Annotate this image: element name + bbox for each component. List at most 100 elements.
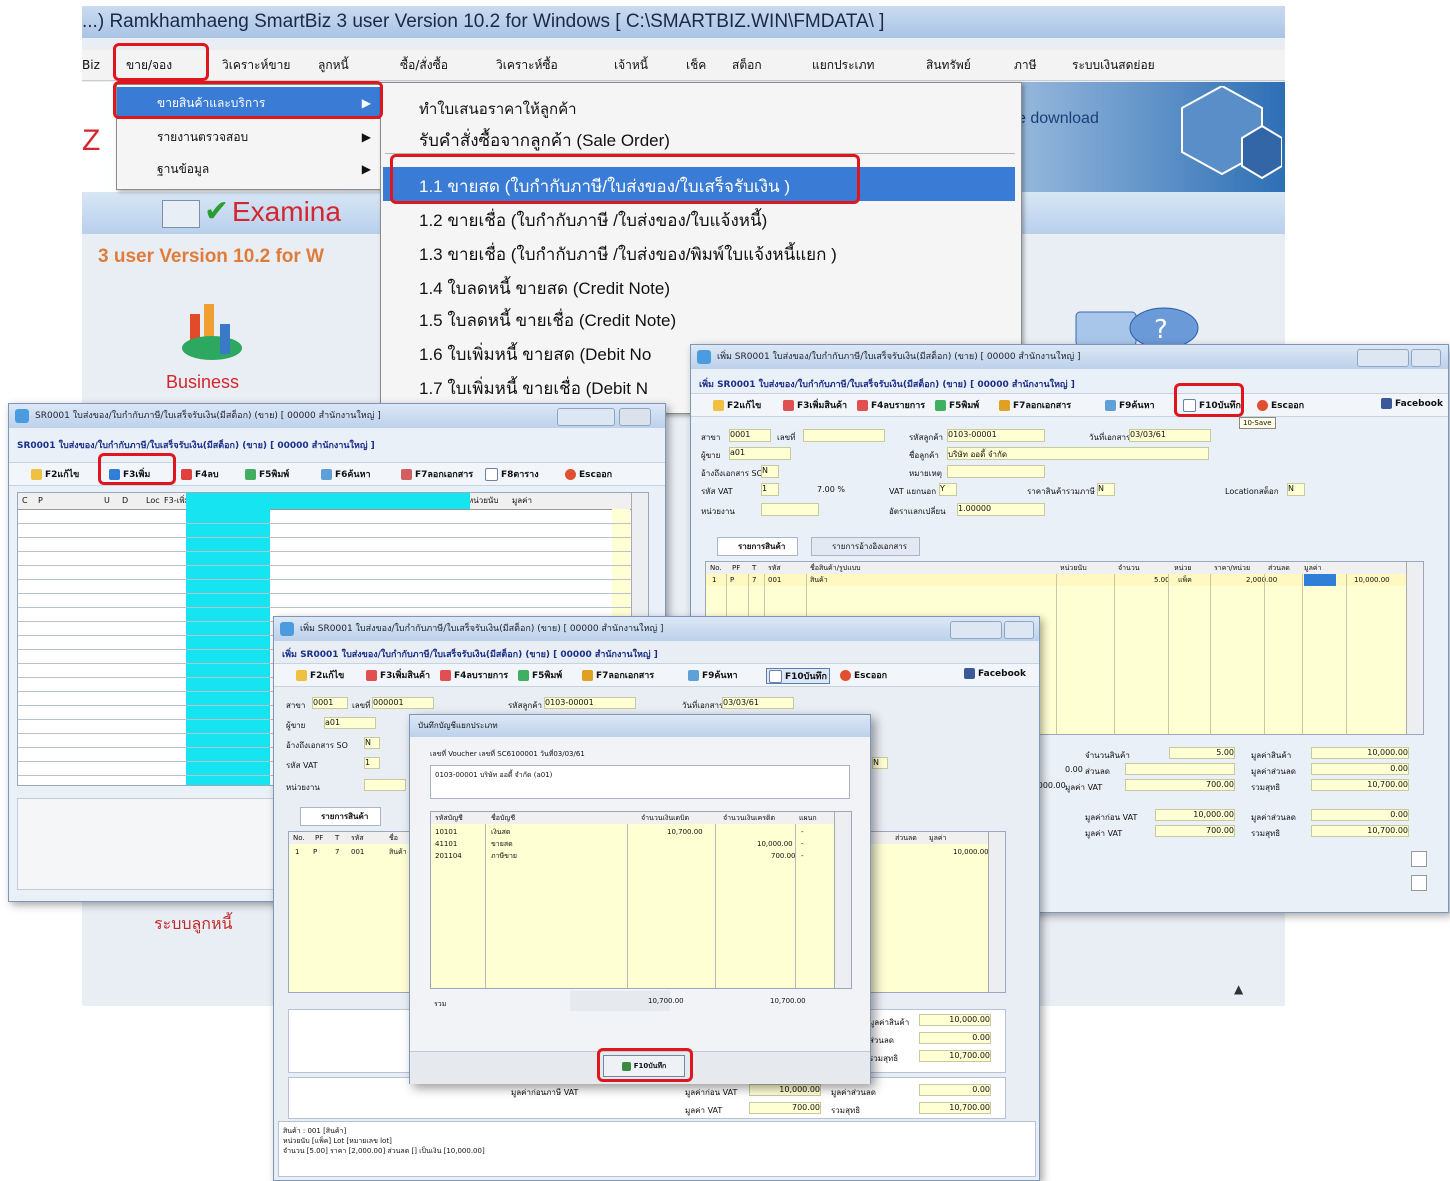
customer-field[interactable]: 0103-00001 <box>947 429 1045 442</box>
table-row[interactable]: 10101 เงินสด 10,700.00 - <box>431 826 835 838</box>
dropdown-item-sales-services[interactable]: ขายสินค้าและบริการ ▶ <box>117 87 381 119</box>
window-controls[interactable] <box>950 621 1002 639</box>
exchange-rate-field[interactable]: 1.00000 <box>957 503 1045 516</box>
project-field[interactable] <box>364 779 406 791</box>
menu-stock[interactable]: สต็อก <box>732 50 762 80</box>
print-button[interactable]: F5พิมพ์ <box>518 668 562 682</box>
submenu-cash-sale[interactable]: 1.1 ขายสด (ใบกำกับภาษี/ใบส่งของ/ใบเสร็จร… <box>419 173 790 200</box>
menu-biz[interactable]: Biz <box>82 50 100 80</box>
date-field[interactable]: 03/03/61 <box>722 697 794 709</box>
menu-ledger[interactable]: แยกประเภท <box>812 50 874 80</box>
window-controls[interactable] <box>557 408 615 426</box>
list-item[interactable] <box>18 537 648 552</box>
delete-item-button[interactable]: F4ลบรายการ <box>440 668 508 682</box>
exit-button[interactable]: Escออก <box>1257 398 1304 412</box>
menu-petty-cash[interactable]: ระบบเงินสดย่อย <box>1072 50 1155 80</box>
menu-cheque[interactable]: เช็ค <box>686 50 706 80</box>
search-button[interactable]: F6ค้นหา <box>321 467 371 481</box>
print-button[interactable]: F5พิมพ์ <box>935 398 979 412</box>
table-row[interactable]: 41101 ขายสด 10,000.00 - <box>431 838 835 850</box>
print-button[interactable]: F5พิมพ์ <box>245 467 289 481</box>
menu-sales-analysis[interactable]: วิเคราะห์ขาย <box>222 50 290 80</box>
submenu-credit-note-credit[interactable]: 1.5 ใบลดหนี้ ขายเชื่อ (Credit Note) <box>419 307 676 334</box>
vat-code-field[interactable]: 1 <box>761 483 779 496</box>
menu-purchase[interactable]: ซื้อ/สั่งซื้อ <box>400 50 448 80</box>
receivables-label[interactable]: ระบบลูกหนี้ <box>154 912 232 937</box>
menu-tax[interactable]: ภาษี <box>1014 50 1037 80</box>
business-label[interactable]: Business <box>166 372 239 393</box>
delete-button[interactable]: F4ลบ <box>181 467 219 481</box>
list-item[interactable] <box>18 579 648 594</box>
add-item-button[interactable]: F3เพิ่มสินค้า <box>366 668 430 682</box>
copy-doc-button[interactable]: F7ลอกเอกสาร <box>582 668 654 682</box>
close-icon[interactable] <box>619 408 651 426</box>
facebook-button[interactable]: Facebook <box>1381 398 1443 409</box>
menu-purchase-analysis[interactable]: วิเคราะห์ซื้อ <box>496 50 558 80</box>
list-item[interactable] <box>18 593 648 608</box>
business-chart-icon[interactable] <box>180 296 250 366</box>
edit-button[interactable]: F2แก้ไข <box>296 668 344 682</box>
price-type-field[interactable]: N <box>1097 483 1115 496</box>
edit-button[interactable]: F2แก้ไข <box>713 398 761 412</box>
save-button[interactable]: F10บันทึก <box>1183 398 1241 412</box>
copy-doc-button[interactable]: F7ลอกเอกสาร <box>999 398 1071 412</box>
tab-ref-docs[interactable]: รายการอ้างอิงเอกสาร <box>811 537 921 556</box>
add-button[interactable]: F3เพิ่ม <box>109 467 150 481</box>
menu-receivables[interactable]: ลูกหนี้ <box>318 50 349 80</box>
tab-items[interactable]: รายการสินค้า <box>717 537 799 556</box>
scroll-box[interactable] <box>1411 875 1427 891</box>
vat-type-field[interactable]: Y <box>939 483 957 496</box>
list-item[interactable] <box>18 509 648 524</box>
vat-type-field[interactable]: N <box>872 757 888 769</box>
scroll-box[interactable] <box>1411 851 1427 867</box>
dropdown-item-database[interactable]: ฐานข้อมูล ▶ <box>117 153 381 185</box>
search-button[interactable]: F9ค้นหา <box>1105 398 1155 412</box>
submenu-debit-note-cash[interactable]: 1.6 ใบเพิ่มหนี้ ขายสด (Debit No <box>419 341 651 368</box>
vertical-scrollbar[interactable] <box>988 832 1005 992</box>
menu-payables[interactable]: เจ้าหนี้ <box>614 50 648 80</box>
exit-button[interactable]: Escออก <box>840 668 887 682</box>
dropdown-item-reports[interactable]: รายงานตรวจสอบ ▶ <box>117 121 381 153</box>
tab-items[interactable]: รายการสินค้า <box>300 807 382 826</box>
so-ref-field[interactable]: N <box>364 737 380 749</box>
list-item[interactable] <box>18 551 648 566</box>
window-controls[interactable] <box>1357 349 1409 367</box>
note-field[interactable] <box>947 465 1045 478</box>
submenu-debit-note-credit[interactable]: 1.7 ใบเพิ่มหนี้ ขายเชื่อ (Debit N <box>419 375 648 402</box>
salesman-field[interactable]: a01 <box>729 447 791 460</box>
date-field[interactable]: 03/03/61 <box>1129 429 1211 442</box>
list-item[interactable] <box>18 565 648 580</box>
description-box[interactable]: 0103-00001 บริษัท ออดี้ จำกัด (a01) <box>430 765 850 799</box>
edit-button[interactable]: F2แก้ไข <box>31 467 79 481</box>
search-button[interactable]: F9ค้นหา <box>688 668 738 682</box>
add-item-button[interactable]: F3เพิ่มสินค้า <box>783 398 847 412</box>
vat-code-field[interactable]: 1 <box>364 757 380 769</box>
menu-sales[interactable]: ขาย/จอง <box>126 50 172 80</box>
vertical-scrollbar[interactable] <box>1406 562 1423 734</box>
submenu-quotation[interactable]: ทำใบเสนอราคาให้ลูกค้า <box>419 97 577 121</box>
list-item[interactable] <box>18 523 648 538</box>
project-field[interactable] <box>761 503 819 516</box>
selected-cell[interactable] <box>1304 574 1336 586</box>
table-button[interactable]: F8ตาราง <box>485 467 539 481</box>
facebook-button[interactable]: Facebook <box>964 668 1026 679</box>
docno-field[interactable]: 000001 <box>372 697 434 709</box>
customer-name-field[interactable]: บริษัท ออดี้ จำกัด <box>947 447 1209 460</box>
save-button[interactable]: F10บันทึก <box>766 668 830 684</box>
exit-button[interactable]: Escออก <box>565 467 612 481</box>
docno-field[interactable] <box>803 429 885 442</box>
customer-field[interactable]: 0103-00001 <box>544 697 636 709</box>
so-ref-field[interactable]: N <box>761 465 779 478</box>
branch-field[interactable]: 0001 <box>312 697 348 709</box>
close-icon[interactable] <box>1004 621 1034 639</box>
submenu-credit-note-cash[interactable]: 1.4 ใบลดหนี้ ขายสด (Credit Note) <box>419 275 670 302</box>
vertical-scrollbar[interactable] <box>834 812 851 988</box>
close-icon[interactable] <box>1411 349 1441 367</box>
branch-field[interactable]: 0001 <box>729 429 771 442</box>
scroll-up-icon[interactable]: ▲ <box>1234 982 1243 996</box>
dialog-save-button[interactable]: F10บันทึก <box>603 1055 685 1077</box>
submenu-sale-order[interactable]: รับคำสั่งซื้อจากลูกค้า (Sale Order) <box>419 127 670 154</box>
submenu-credit-sale[interactable]: 1.2 ขายเชื่อ (ใบกำกับภาษี /ใบส่งของ/ใบแจ… <box>419 207 767 234</box>
copy-doc-button[interactable]: F7ลอกเอกสาร <box>401 467 473 481</box>
salesman-field[interactable]: a01 <box>324 717 376 729</box>
